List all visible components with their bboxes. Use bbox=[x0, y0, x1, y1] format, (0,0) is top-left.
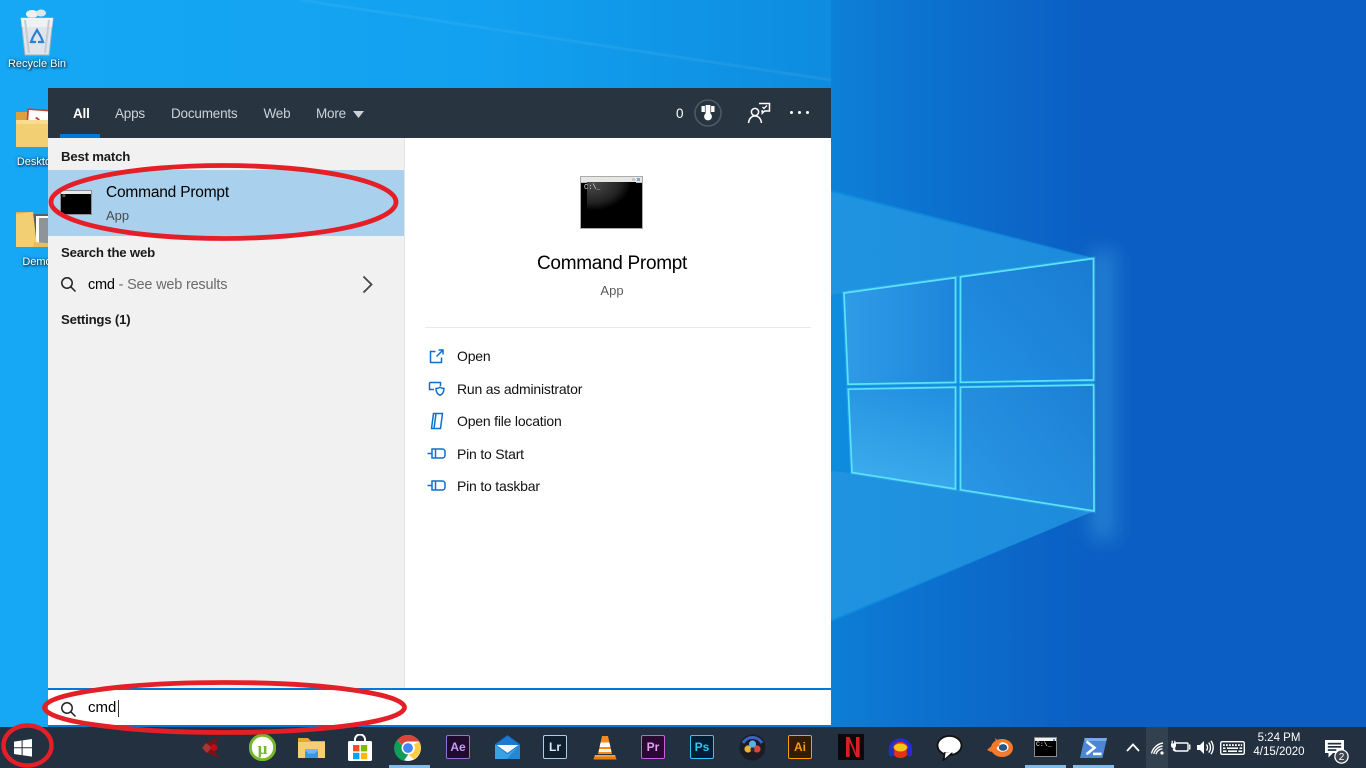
svg-text:2: 2 bbox=[1339, 752, 1345, 763]
svg-text:µ: µ bbox=[258, 739, 268, 758]
